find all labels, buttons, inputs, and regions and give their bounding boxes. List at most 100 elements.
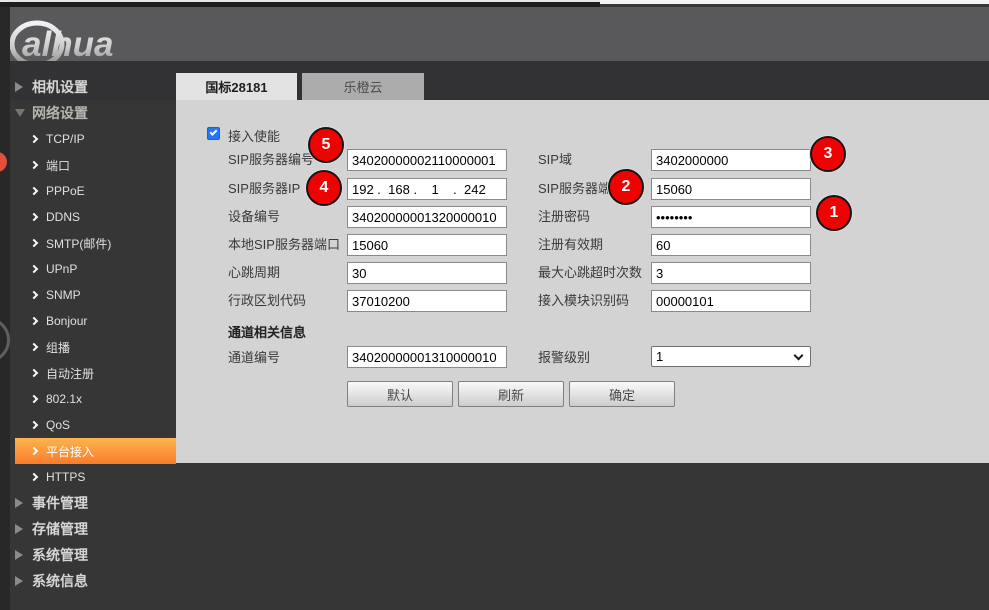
sidebar-item-qos[interactable]: QoS	[15, 412, 176, 438]
sidebar-group-event[interactable]: 事件管理	[15, 490, 175, 516]
annotation-mark-3: 3	[810, 136, 846, 172]
sidebar-item-platform-access[interactable]: 平台接入	[15, 438, 176, 464]
sidebar-item-tcpip[interactable]: TCP/IP	[15, 126, 176, 152]
expanded-triangle-icon	[15, 109, 25, 117]
sidebar-item-label: UPnP	[46, 262, 77, 276]
chevron-right-icon	[30, 395, 38, 403]
sidebar-item-label: Bonjour	[46, 314, 87, 328]
input-register-password[interactable]	[651, 206, 811, 228]
input-device-id[interactable]	[347, 206, 507, 228]
header-bar: alhua TECHNOLOGY	[0, 7, 989, 61]
sidebar-group-label: 系统管理	[32, 545, 88, 565]
label-local-sip-port: 本地SIP服务器端口	[228, 237, 340, 253]
chevron-right-icon	[30, 265, 38, 273]
sidebar-group-network[interactable]: 网络设置	[15, 100, 175, 126]
chevron-right-icon	[30, 213, 38, 221]
tab-gb28181[interactable]: 国标28181	[176, 73, 297, 100]
chevron-right-icon	[30, 369, 38, 377]
confirm-button[interactable]: 确定	[569, 381, 675, 407]
sidebar-item-label: SMTP(邮件)	[46, 235, 111, 252]
default-button[interactable]: 默认	[347, 381, 453, 407]
check-icon	[210, 128, 218, 136]
sidebar-item-label: PPPoE	[46, 184, 85, 198]
chevron-down-icon	[794, 351, 804, 361]
annotation-mark-5: 5	[308, 127, 344, 163]
channel-section-header: 通道相关信息	[228, 322, 306, 341]
sidebar-group-system[interactable]: 系统管理	[15, 542, 175, 568]
sidebar-item-label: 802.1x	[46, 392, 82, 406]
sidebar-item-ddns[interactable]: DDNS	[15, 204, 176, 230]
sidebar-item-8021x[interactable]: 802.1x	[15, 386, 176, 412]
tab-label: 国标28181	[205, 77, 267, 96]
label-register-validity: 注册有效期	[538, 237, 603, 253]
sidebar-group-label: 网络设置	[32, 103, 88, 123]
enable-access-checkbox[interactable]	[207, 127, 220, 140]
sidebar-item-multicast[interactable]: 组播	[15, 334, 176, 360]
input-channel-id[interactable]	[347, 346, 507, 368]
chevron-right-icon	[30, 161, 38, 169]
sidebar-group-label: 相机设置	[32, 77, 88, 97]
annotation-mark-4: 4	[306, 170, 342, 206]
sidebar-group-camera[interactable]: 相机设置	[15, 74, 175, 100]
sidebar-item-autoregister[interactable]: 自动注册	[15, 360, 176, 386]
input-admin-region-code[interactable]	[347, 290, 507, 312]
sidebar-group-label: 系统信息	[32, 571, 88, 591]
input-sip-server-ip[interactable]	[347, 178, 507, 200]
label-register-password: 注册密码	[538, 209, 590, 225]
input-access-module-id[interactable]	[651, 290, 811, 312]
label-sip-domain: SIP域	[538, 152, 572, 168]
label-sip-server-id: SIP服务器编号	[228, 152, 314, 168]
collapsed-triangle-icon	[15, 498, 23, 508]
sidebar-item-label: 自动注册	[46, 365, 94, 382]
label-device-id: 设备编号	[228, 209, 280, 225]
sidebar-item-label: 端口	[46, 157, 70, 174]
window-top-white-strip	[600, 0, 989, 4]
sidebar-item-label: 平台接入	[46, 443, 94, 460]
chevron-right-icon	[30, 343, 38, 351]
sidebar-item-https[interactable]: HTTPS	[15, 464, 176, 490]
collapsed-triangle-icon	[15, 576, 23, 586]
sidebar-item-bonjour[interactable]: Bonjour	[15, 308, 176, 334]
enable-access-label: 接入使能	[228, 129, 280, 145]
input-sip-server-id[interactable]	[347, 149, 507, 171]
input-sip-server-port[interactable]	[651, 178, 811, 200]
sidebar-item-port[interactable]: 端口	[15, 152, 176, 178]
sidebar-item-label: 组播	[46, 339, 70, 356]
sidebar-item-label: DDNS	[46, 210, 80, 224]
sidebar-item-pppoe[interactable]: PPPoE	[15, 178, 176, 204]
input-heartbeat-period[interactable]	[347, 262, 507, 284]
app-window: alhua TECHNOLOGY 相机设置 网络设置 事件管理 存储管理 系统管…	[0, 0, 989, 610]
chevron-right-icon	[30, 473, 38, 481]
input-max-heartbeat-timeout[interactable]	[651, 262, 811, 284]
label-alarm-level: 报警级别	[538, 350, 590, 366]
sidebar-item-label: HTTPS	[46, 470, 85, 484]
sidebar-group-storage[interactable]: 存储管理	[15, 516, 175, 542]
collapsed-triangle-icon	[15, 82, 23, 92]
annotation-mark-2: 2	[608, 169, 644, 205]
sidebar-group-label: 存储管理	[32, 519, 88, 539]
input-sip-domain[interactable]	[651, 149, 811, 171]
label-admin-region-code: 行政区划代码	[228, 293, 306, 309]
refresh-button[interactable]: 刷新	[458, 381, 564, 407]
tab-label: 乐橙云	[343, 77, 382, 96]
left-edge-strip	[0, 7, 10, 610]
chevron-right-icon	[30, 187, 38, 195]
annotation-mark-1: 1	[816, 195, 852, 231]
collapsed-triangle-icon	[15, 550, 23, 560]
sidebar-item-label: SNMP	[46, 288, 81, 302]
label-max-heartbeat-timeout: 最大心跳超时次数	[538, 265, 642, 281]
sidebar-item-label: QoS	[46, 418, 70, 432]
input-local-sip-port[interactable]	[347, 234, 507, 256]
sidebar-item-upnp[interactable]: UPnP	[15, 256, 176, 282]
input-register-validity[interactable]	[651, 234, 811, 256]
sidebar-item-smtp[interactable]: SMTP(邮件)	[15, 230, 176, 256]
chevron-right-icon	[30, 239, 38, 247]
sidebar-group-sysinfo[interactable]: 系统信息	[15, 568, 175, 594]
chevron-right-icon	[30, 421, 38, 429]
collapsed-triangle-icon	[15, 524, 23, 534]
sidebar-item-snmp[interactable]: SNMP	[15, 282, 176, 308]
alarm-level-select[interactable]: 1	[651, 346, 811, 367]
tab-lechengyun[interactable]: 乐橙云	[302, 73, 424, 100]
chevron-right-icon	[30, 317, 38, 325]
chevron-right-icon	[30, 447, 38, 455]
